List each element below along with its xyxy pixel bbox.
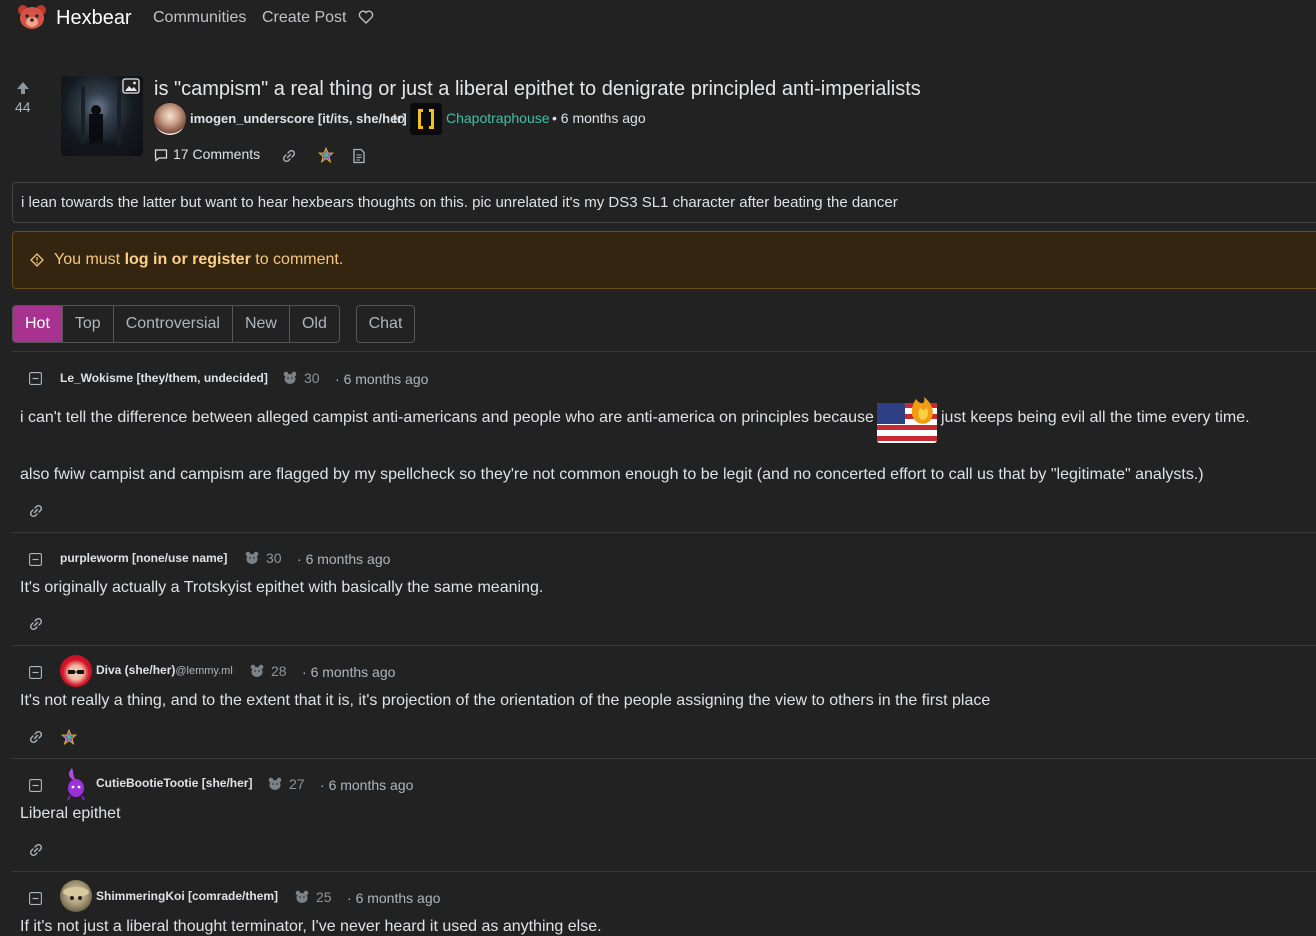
post-score: 44 [15, 99, 31, 115]
bear-score-icon [250, 664, 264, 678]
commenter-avatar[interactable] [60, 880, 92, 912]
link-icon[interactable] [28, 842, 44, 858]
hexbear-logo-icon[interactable] [17, 3, 47, 31]
comment-score: 27 [289, 776, 305, 792]
comment-time-text: 6 months ago [310, 664, 396, 680]
post-time: • 6 months ago [552, 110, 646, 126]
commenter-avatar[interactable] [60, 766, 92, 801]
bear-score-icon [283, 371, 297, 385]
sort-top[interactable]: Top [63, 306, 114, 342]
post-body: i lean towards the latter but want to he… [12, 182, 1316, 223]
upvote-icon[interactable] [15, 80, 31, 96]
image-icon [122, 78, 140, 94]
post-to-label: to [393, 110, 405, 126]
link-icon[interactable] [281, 148, 297, 164]
sort-hot[interactable]: Hot [13, 306, 63, 342]
bear-score-icon [245, 551, 259, 565]
community-icon[interactable] [410, 103, 442, 135]
comment-author-name[interactable]: Diva (she/her) [96, 663, 175, 677]
comment-time: · 6 months ago [297, 551, 391, 567]
divider [12, 532, 1316, 533]
comment-body: Liberal epithet [20, 805, 121, 822]
chat-view-button[interactable]: Chat [356, 305, 415, 343]
comment-body: It's not really a thing, and to the exte… [20, 692, 991, 709]
login-alert: You must log in or register to comment. [12, 231, 1316, 289]
comment-score: 28 [271, 663, 287, 679]
comment-score: 30 [304, 370, 320, 386]
view-source-icon[interactable] [351, 148, 367, 164]
comment-icon[interactable] [154, 148, 168, 162]
burning-us-flag-emoji [876, 395, 938, 445]
brand-name[interactable]: Hexbear [56, 7, 132, 30]
comment-time: · 6 months ago [347, 890, 441, 906]
collapse-icon[interactable] [29, 372, 42, 385]
community-link[interactable]: Chapotraphouse [446, 110, 550, 126]
collapse-icon[interactable] [29, 666, 42, 679]
comment-time: · 6 months ago [335, 371, 429, 387]
link-icon[interactable] [28, 503, 44, 519]
link-icon[interactable] [28, 729, 44, 745]
comment-time-text: 6 months ago [355, 890, 441, 906]
comment-body-p2: also fwiw campist and campism are flagge… [20, 466, 1204, 483]
award-icon[interactable] [60, 728, 78, 746]
author-avatar[interactable] [154, 103, 186, 135]
commenter-avatar[interactable] [60, 655, 92, 687]
divider [12, 645, 1316, 646]
comment-time-text: 6 months ago [343, 371, 429, 387]
collapse-icon[interactable] [29, 892, 42, 905]
sort-old[interactable]: Old [290, 306, 339, 342]
bear-score-icon [295, 890, 309, 904]
nav-communities[interactable]: Communities [153, 9, 246, 27]
comment-author[interactable]: purpleworm [none/use name] [60, 551, 227, 565]
link-icon[interactable] [28, 616, 44, 632]
alert-suffix: to comment. [250, 251, 344, 268]
divider [12, 351, 1316, 352]
comment-score: 25 [316, 889, 332, 905]
login-register-link[interactable]: log in or register [125, 251, 251, 268]
comment-body: If it's not just a liberal thought termi… [20, 918, 602, 935]
comment-author-instance: @lemmy.ml [175, 665, 233, 677]
comment-author[interactable]: ShimmeringKoi [comrade/them] [96, 889, 278, 903]
sort-options: Hot Top Controversial New Old [12, 305, 340, 343]
nav-create-post[interactable]: Create Post [262, 9, 346, 27]
post-author[interactable]: imogen_underscore [it/its, she/her] [190, 111, 407, 126]
divider [12, 758, 1316, 759]
bear-score-icon [268, 777, 282, 791]
comment-body: i can't tell the difference between alle… [20, 409, 874, 426]
comment-time-text: 6 months ago [305, 551, 391, 567]
collapse-icon[interactable] [29, 553, 42, 566]
comment-time: · 6 months ago [302, 664, 396, 680]
comment-time-text: 6 months ago [328, 777, 414, 793]
award-icon[interactable] [317, 146, 335, 164]
comment-time: · 6 months ago [320, 777, 414, 793]
comment-author[interactable]: CutieBootieTootie [she/her] [96, 776, 252, 790]
post-title[interactable]: is "campism" a real thing or just a libe… [154, 78, 921, 101]
heart-icon[interactable] [358, 9, 374, 25]
comment-author[interactable]: Diva (she/her)@lemmy.ml [96, 663, 233, 677]
sort-new[interactable]: New [233, 306, 290, 342]
collapse-icon[interactable] [29, 779, 42, 792]
sort-controversial[interactable]: Controversial [114, 306, 233, 342]
comment-body: It's originally actually a Trotskyist ep… [20, 579, 544, 596]
alert-prefix: You must [54, 251, 125, 268]
divider [12, 871, 1316, 872]
comment-author[interactable]: Le_Wokisme [they/them, undecided] [60, 371, 268, 385]
comment-score: 30 [266, 550, 282, 566]
comments-link[interactable]: 17 Comments [173, 146, 260, 162]
warning-diamond-icon [30, 253, 44, 267]
comment-body-cont: just keeps being evil all the time every… [941, 409, 1250, 426]
